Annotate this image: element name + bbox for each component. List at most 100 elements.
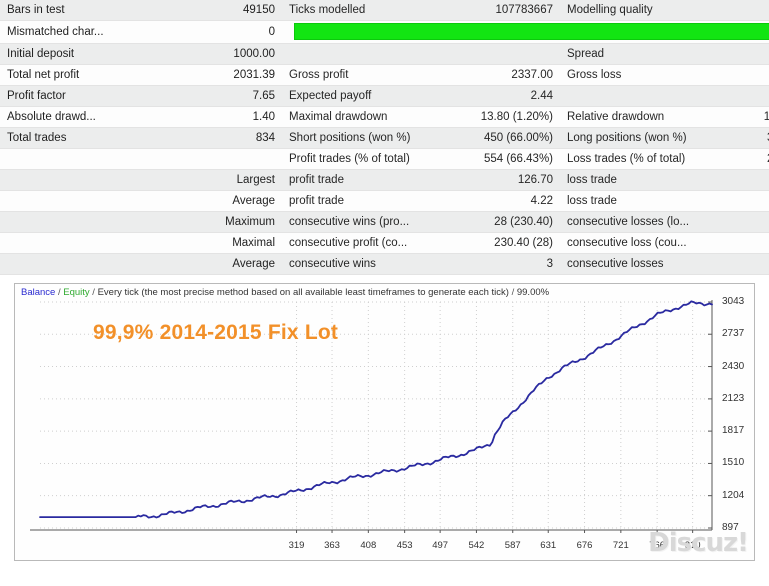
report-cell-value-1: Average bbox=[146, 190, 282, 212]
report-cell-value-2: 4.22 bbox=[429, 190, 560, 212]
report-cell-label-3: Relative drawdown bbox=[560, 106, 714, 128]
legend-balance-label: Balance bbox=[21, 287, 56, 298]
report-cell-value-1: Maximal bbox=[146, 232, 282, 254]
report-cell-label-3 bbox=[560, 85, 714, 107]
report-cell-value-3: 2 bbox=[714, 253, 769, 275]
report-cell-value-3: 99.00% bbox=[714, 0, 769, 21]
report-cell-label-1: Mismatched char... bbox=[0, 20, 146, 44]
report-cell-value-3: 384 (66.93%) bbox=[714, 127, 769, 149]
report-cell-value-1: 1.40 bbox=[146, 106, 282, 128]
table-row: Maximal consecutive profit (co... 230.40 (… bbox=[0, 232, 769, 254]
report-cell-label-2: consecutive wins bbox=[282, 253, 429, 275]
report-cell-label-2: Maximal drawdown bbox=[282, 106, 429, 128]
y-axis-tick-label: 1510 bbox=[722, 457, 745, 469]
report-cell-value-3: -1.09 bbox=[714, 190, 769, 212]
x-axis-tick-label: 363 bbox=[324, 540, 340, 551]
y-axis-tick-label: 2123 bbox=[722, 392, 745, 404]
report-cell-value-3 bbox=[714, 85, 769, 107]
report-cell-value-2: 126.70 bbox=[429, 169, 560, 191]
report-cell-label-3: Loss trades (% of total) bbox=[560, 148, 714, 170]
report-cell-label-3: Long positions (won %) bbox=[560, 127, 714, 149]
report-table-body: Bars in test 49150 Ticks modelled 107783667… bbox=[0, 0, 769, 275]
table-row: Initial deposit1000.00 Spread5 bbox=[0, 43, 769, 65]
report-cell-value-2: 2337.00 bbox=[429, 64, 560, 86]
x-axis-tick-label: 587 bbox=[504, 540, 521, 551]
report-cell-label-1 bbox=[0, 148, 146, 170]
report-cell-label-2 bbox=[282, 43, 429, 65]
x-axis-tick-label: 497 bbox=[432, 540, 449, 551]
modelling-quality-progress bbox=[282, 20, 769, 44]
report-cell-label-3: Modelling quality bbox=[560, 0, 714, 21]
report-cell-label-1: Absolute drawd... bbox=[0, 106, 146, 128]
progress-track bbox=[282, 23, 769, 43]
chart-modelling-quality: 99.00% bbox=[516, 287, 550, 298]
report-cell-label-3: consecutive losses (lo... bbox=[560, 211, 714, 233]
report-cell-value-2 bbox=[429, 43, 560, 65]
progress-fill bbox=[294, 23, 769, 40]
report-cell-label-1: Bars in test bbox=[0, 0, 146, 21]
report-cell-value-2: 107783667 bbox=[429, 0, 560, 21]
report-cell-value-3: 1.20% (13.80) bbox=[714, 106, 769, 128]
report-cell-label-2: consecutive wins (pro... bbox=[282, 211, 429, 233]
report-cell-value-3: -6.70 (5) bbox=[714, 232, 769, 254]
report-cell-value-3: 5 (-6.70) bbox=[714, 211, 769, 233]
report-cell-value-1: Maximum bbox=[146, 211, 282, 233]
report-cell-value-2: 3 bbox=[429, 253, 560, 275]
table-row: Total trades 834 Short positions (won %) 45… bbox=[0, 127, 769, 149]
legend-equity-label: Equity bbox=[63, 287, 90, 298]
x-axis-tick-label: 721 bbox=[612, 540, 629, 551]
report-cell-value-1: 2031.39 bbox=[146, 64, 282, 86]
x-axis-tick-label: 542 bbox=[468, 540, 485, 551]
report-cell-value-2: 2.44 bbox=[429, 85, 560, 107]
report-cell-label-2: profit trade bbox=[282, 169, 429, 191]
report-cell-label-1: Initial deposit bbox=[0, 43, 146, 65]
report-cell-value-3: -305.61 bbox=[714, 64, 769, 86]
report-cell-label-1 bbox=[0, 211, 146, 233]
report-cell-label-1 bbox=[0, 253, 146, 275]
report-cell-label-1: Total net profit bbox=[0, 64, 146, 86]
report-cell-label-2: consecutive profit (co... bbox=[282, 232, 429, 254]
table-row: Profit factor 7.65 Expected payoff 2.44 bbox=[0, 85, 769, 107]
report-cell-value-3: -1.50 bbox=[714, 169, 769, 191]
report-cell-value-2: 13.80 (1.20%) bbox=[429, 106, 560, 128]
report-cell-label-3: loss trade bbox=[560, 190, 714, 212]
chart-legend-header: Balance / Equity / Every tick (the most … bbox=[21, 287, 550, 298]
report-cell-label-1 bbox=[0, 232, 146, 254]
report-cell-label-3: consecutive loss (cou... bbox=[560, 232, 714, 254]
chart-model-description: Every tick (the most precise method base… bbox=[97, 287, 509, 298]
report-cell-label-2: profit trade bbox=[282, 190, 429, 212]
table-row: Total net profit 2031.39 Gross profit 2337.… bbox=[0, 64, 769, 86]
report-cell-label-3: consecutive losses bbox=[560, 253, 714, 275]
table-row: Largestprofit trade126.70loss trade-1.50 bbox=[0, 169, 769, 191]
y-axis-tick-label: 1817 bbox=[722, 425, 745, 437]
table-row: Average consecutive wins 3 consecutive loss… bbox=[0, 253, 769, 275]
report-cell-value-1: 1000.00 bbox=[146, 43, 282, 65]
report-cell-label-2: Gross profit bbox=[282, 64, 429, 86]
report-cell-value-2: 554 (66.43%) bbox=[429, 148, 560, 170]
report-cell-value-2: 28 (230.40) bbox=[429, 211, 560, 233]
report-cell-label-3: loss trade bbox=[560, 169, 714, 191]
report-cell-value-1: Largest bbox=[146, 169, 282, 191]
report-cell-label-1 bbox=[0, 190, 146, 212]
equity-chart-panel[interactable]: Balance / Equity / Every tick (the most … bbox=[14, 283, 755, 561]
report-cell-value-2: 230.40 (28) bbox=[429, 232, 560, 254]
report-cell-label-2: Expected payoff bbox=[282, 85, 429, 107]
report-cell-value-2: 450 (66.00%) bbox=[429, 127, 560, 149]
y-axis-tick-label: 3043 bbox=[722, 296, 745, 307]
report-cell-label-3: Gross loss bbox=[560, 64, 714, 86]
x-axis-tick-label: 319 bbox=[288, 540, 305, 551]
discuz-watermark: Discuz! bbox=[648, 528, 749, 558]
report-cell-label-1: Profit factor bbox=[0, 85, 146, 107]
table-row: Mismatched char... 0 bbox=[0, 20, 769, 44]
report-cell-value-1: 49150 bbox=[146, 0, 282, 21]
report-cell-value-1: 0 bbox=[146, 20, 282, 44]
report-cell-value-1 bbox=[146, 148, 282, 170]
report-cell-label-1: Total trades bbox=[0, 127, 146, 149]
x-axis-tick-label: 453 bbox=[396, 540, 413, 551]
report-cell-label-2: Ticks modelled bbox=[282, 0, 429, 21]
chart-title-overlay: 99,9% 2014-2015 Fix Lot bbox=[93, 321, 339, 344]
report-cell-label-1 bbox=[0, 169, 146, 191]
y-axis-tick-label: 1204 bbox=[722, 489, 745, 501]
strategy-report-table: Bars in test 49150 Ticks modelled 107783667… bbox=[0, 0, 769, 275]
x-axis-tick-label: 676 bbox=[576, 540, 593, 551]
